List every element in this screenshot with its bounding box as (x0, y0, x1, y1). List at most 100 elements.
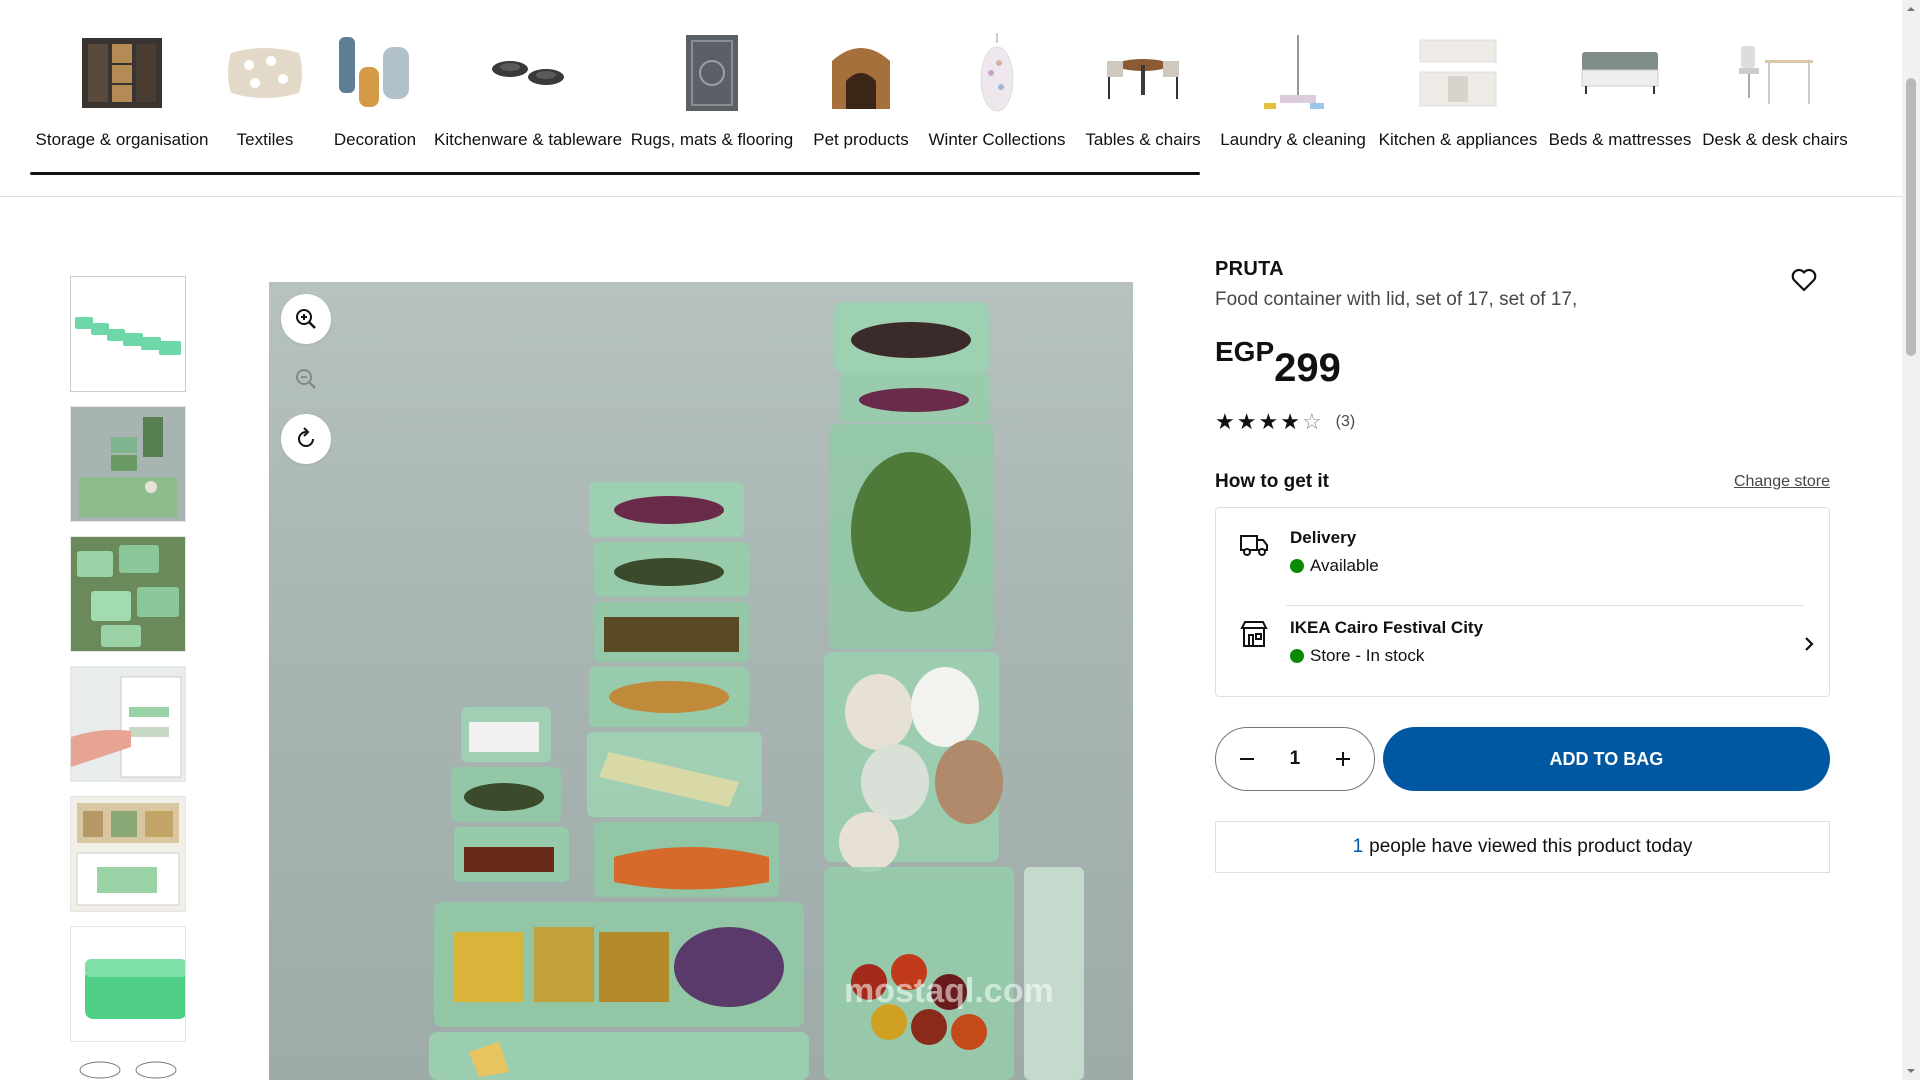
increase-quantity-button[interactable] (1328, 744, 1358, 774)
review-count: (3) (1335, 413, 1356, 430)
vases-icon (332, 30, 418, 116)
minus-icon (1240, 758, 1254, 760)
thumbnail-4[interactable] (70, 666, 186, 782)
thumbnail-2[interactable] (70, 406, 186, 522)
how-to-get-title: How to get it (1215, 471, 1329, 492)
status-dot (1290, 649, 1304, 663)
category-label: Rugs, mats & flooring (630, 130, 794, 149)
category-tables[interactable]: Tables & chairs (1074, 30, 1212, 150)
heart-icon (1791, 268, 1817, 292)
category-kitchen[interactable]: Kitchen & appliances (1374, 30, 1542, 150)
truck-icon (1240, 535, 1268, 556)
category-label: Beds & mattresses (1548, 130, 1692, 149)
thumbnail-5[interactable] (70, 796, 186, 912)
star-icon: ★ (1215, 409, 1235, 434)
product-description: Food container with lid, set of 17, set … (1215, 289, 1578, 310)
star-empty-icon: ☆ (1301, 409, 1322, 434)
cushion-icon (222, 30, 308, 116)
thumbnail-gallery (70, 276, 186, 1080)
favourite-button[interactable] (1790, 266, 1820, 296)
delivery-title: Delivery (1290, 528, 1357, 547)
star-icon: ★ (1236, 409, 1257, 434)
product-brand: PRUTA (1215, 258, 1284, 280)
delivery-status: Available (1290, 556, 1379, 576)
category-winter[interactable]: Winter Collections (920, 30, 1074, 150)
divider (1286, 605, 1804, 606)
thumbnail-3[interactable] (70, 536, 186, 652)
category-list: Storage & organisation Textiles Decorati… (30, 30, 1852, 150)
store-title: IKEA Cairo Festival City (1290, 618, 1484, 637)
views-notice: 1 people have viewed this product today (1215, 821, 1830, 873)
lamp-icon (954, 30, 1040, 116)
mop-icon (1250, 30, 1336, 116)
quantity-stepper: 1 (1215, 727, 1375, 791)
views-count: 1 (1352, 836, 1364, 857)
zoom-out-icon (296, 369, 316, 389)
category-kitchenware[interactable]: Kitchenware & tableware (434, 30, 622, 150)
plus-icon (1335, 752, 1350, 766)
category-label: Tables & chairs (1085, 130, 1201, 149)
plates-icon (485, 30, 571, 116)
thumbnail-7[interactable] (70, 1056, 186, 1080)
category-label: Textiles (236, 130, 294, 149)
category-desk[interactable]: Desk & desk chairs (1698, 30, 1852, 150)
chevron-right-icon[interactable] (1799, 634, 1819, 654)
category-label: Winter Collections (928, 130, 1066, 149)
thumbnail-6[interactable] (70, 926, 186, 1042)
watermark: mostaql.com (844, 972, 1054, 1010)
decrease-quantity-button[interactable] (1232, 744, 1262, 774)
category-textiles[interactable]: Textiles (214, 30, 316, 150)
page-scrollbar[interactable] (1902, 0, 1920, 1080)
add-to-bag-button[interactable]: ADD TO BAG (1382, 727, 1830, 791)
product-price: EGP 299 (1215, 337, 1830, 393)
store-icon (1240, 621, 1268, 647)
kitchen-icon (1415, 30, 1501, 116)
rug-icon (669, 30, 755, 116)
category-rugs[interactable]: Rugs, mats & flooring (622, 30, 802, 150)
zoom-in-button[interactable] (281, 294, 331, 344)
pet-house-icon (818, 30, 904, 116)
star-icon: ★ (1258, 409, 1279, 434)
category-beds[interactable]: Beds & mattresses (1542, 30, 1698, 150)
bed-icon (1577, 30, 1663, 116)
category-scroll-indicator (30, 172, 1200, 175)
category-nav: Storage & organisation Textiles Decorati… (0, 0, 1902, 197)
change-store-link[interactable]: Change store (1734, 473, 1830, 491)
availability-box: Delivery Available IKEA Cairo Festival C… (1215, 507, 1830, 697)
product-info: PRUTA Food container with lid, set of 17… (1215, 258, 1830, 873)
main-product-image: mostaql.com (269, 282, 1133, 1080)
category-label: Decoration (333, 130, 417, 149)
category-storage[interactable]: Storage & organisation (30, 30, 214, 150)
scroll-down-arrow-icon[interactable] (1906, 1066, 1916, 1076)
reset-view-button[interactable] (281, 414, 331, 464)
thumbnail-1[interactable] (70, 276, 186, 392)
product-rating[interactable]: ★ ★ ★ ★ ☆ (3) (1215, 411, 1830, 433)
category-label: Desk & desk chairs (1702, 130, 1848, 149)
store-row[interactable]: IKEA Cairo Festival City Store - In stoc… (1238, 618, 1807, 666)
price-currency: EGP (1215, 336, 1275, 367)
status-dot (1290, 559, 1304, 573)
category-label: Pet products (813, 130, 909, 149)
category-pet[interactable]: Pet products (802, 30, 920, 150)
shelving-unit-icon (79, 30, 165, 116)
scroll-up-arrow-icon[interactable] (1906, 4, 1916, 14)
category-laundry[interactable]: Laundry & cleaning (1212, 30, 1374, 150)
views-text: people have viewed this product today (1369, 836, 1693, 857)
category-label: Kitchen & appliances (1378, 130, 1538, 149)
zoom-out-button[interactable] (281, 354, 331, 404)
store-status: Store - In stock (1290, 646, 1483, 666)
how-to-get-header: How to get it Change store (1215, 471, 1830, 493)
rotate-icon (298, 427, 314, 447)
price-amount: 299 (1274, 346, 1341, 390)
category-label: Laundry & cleaning (1220, 130, 1366, 149)
desk-icon (1732, 30, 1818, 116)
store-status-text: Store - In stock (1310, 646, 1425, 665)
quantity-value[interactable]: 1 (1290, 748, 1301, 770)
star-icon: ★ (1280, 409, 1300, 434)
zoom-in-icon (296, 309, 316, 329)
category-label: Kitchenware & tableware (433, 130, 623, 149)
purchase-row: 1 ADD TO BAG (1215, 727, 1830, 791)
delivery-status-text: Available (1310, 556, 1379, 575)
scrollbar-thumb[interactable] (1906, 78, 1916, 356)
category-decoration[interactable]: Decoration (316, 30, 434, 150)
